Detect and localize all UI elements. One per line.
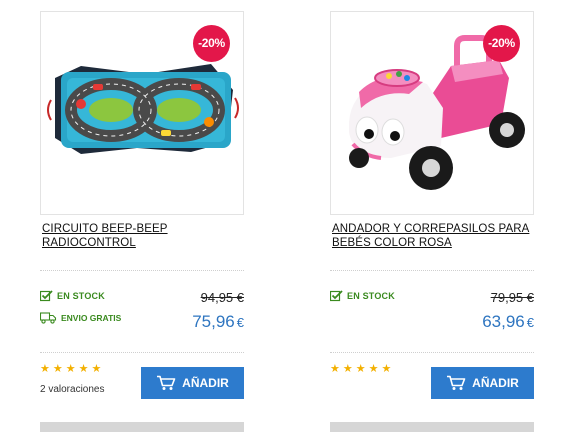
product-title-line: CIRCUITO BEEP-BEEP: [42, 223, 168, 235]
divider: [40, 270, 244, 271]
add-to-cart-button[interactable]: AÑADIR: [141, 367, 244, 399]
star-icon: ★: [91, 363, 102, 375]
currency-symbol: €: [526, 315, 534, 330]
product-title-link[interactable]: CIRCUITO BEEP-BEEP RADIOCONTROL: [42, 222, 244, 250]
stock-status: EN STOCK: [330, 289, 395, 303]
product-title-line: RADIOCONTROL: [42, 237, 136, 249]
review-count[interactable]: 2 valoraciones: [40, 384, 104, 395]
discount-badge: -20%: [193, 25, 230, 62]
star-icon: ★: [355, 363, 366, 375]
stock-label: EN STOCK: [57, 291, 105, 301]
add-to-cart-button[interactable]: AÑADIR: [431, 367, 534, 399]
discount-badge: -20%: [483, 25, 520, 62]
product-image-box[interactable]: -20%: [330, 11, 534, 215]
price-value: 75,96: [192, 312, 235, 331]
product-title-line: BEBÉS COLOR ROSA: [332, 237, 452, 249]
checkbox-check-icon: [330, 290, 343, 302]
star-icon: ★: [342, 363, 353, 375]
product-title-link[interactable]: ANDADOR Y CORREPASILOS PARA BEBÉS COLOR …: [332, 222, 534, 250]
card-bottom-bar: [40, 422, 244, 432]
product-card: -20% CIRCUITO BEEP-BEEP RADIOCONTROL EN …: [40, 0, 244, 446]
card-bottom-bar: [330, 422, 534, 432]
product-title-line: ANDADOR Y CORREPASILOS PARA: [332, 223, 530, 235]
shipping-label: ENVIO GRATIS: [61, 313, 122, 323]
star-icon: ★: [65, 363, 76, 375]
add-button-label: AÑADIR: [182, 376, 229, 390]
product-card: -20% ANDADOR Y CORREPASILOS PARA BEBÉS C…: [330, 0, 534, 446]
divider: [40, 352, 244, 353]
shopping-cart-icon: [447, 375, 466, 390]
star-icon: ★: [368, 363, 379, 375]
stock-label: EN STOCK: [347, 291, 395, 301]
old-price: 79,95 €: [490, 290, 534, 305]
star-icon: ★: [40, 363, 50, 375]
star-rating[interactable]: ★ ★ ★ ★ ★: [40, 364, 101, 375]
delivery-truck-icon: [40, 312, 57, 324]
shopping-cart-icon: [157, 375, 176, 390]
star-rating[interactable]: ★ ★ ★ ★ ★: [330, 364, 391, 375]
star-icon: ★: [381, 363, 392, 375]
add-button-label: AÑADIR: [472, 376, 519, 390]
currency-symbol: €: [236, 315, 244, 330]
shipping-info: ENVIO GRATIS: [40, 311, 121, 325]
star-icon: ★: [52, 363, 63, 375]
star-icon: ★: [330, 363, 340, 375]
divider: [330, 352, 534, 353]
current-price: 75,96 €: [192, 312, 244, 332]
checkbox-check-icon: [40, 290, 53, 302]
stock-status: EN STOCK: [40, 289, 105, 303]
current-price: 63,96 €: [482, 312, 534, 332]
price-value: 63,96: [482, 312, 525, 331]
product-image-box[interactable]: -20%: [40, 11, 244, 215]
divider: [330, 270, 534, 271]
old-price: 94,95 €: [200, 290, 244, 305]
star-icon: ★: [78, 363, 89, 375]
